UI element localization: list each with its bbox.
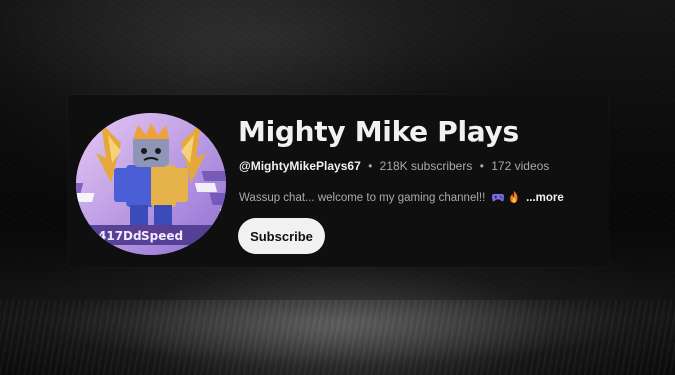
channel-meta: @MightyMikePlays67 • 218K subscribers • … <box>239 159 549 173</box>
meta-separator: • <box>479 159 484 173</box>
channel-header-card: 417Dd Speed Mighty Mike Plays @MightyMik… <box>68 95 608 267</box>
description-text: Wassup chat... welcome to my gaming chan… <box>239 192 486 204</box>
subscriber-count: 218K subscribers <box>379 159 473 173</box>
dark-backdrop: 417Dd Speed Mighty Mike Plays @MightyMik… <box>0 0 675 375</box>
subscribe-button[interactable]: Subscribe <box>238 218 325 254</box>
game-controller-icon <box>491 193 507 204</box>
channel-handle: @MightyMikePlays67 <box>239 159 361 173</box>
channel-name: Mighty Mike Plays <box>238 115 519 148</box>
meta-separator: • <box>368 159 373 173</box>
channel-avatar[interactable]: 417Dd Speed <box>76 113 226 255</box>
avatar-sign-text: Speed <box>141 229 183 243</box>
channel-description[interactable]: Wassup chat... welcome to my gaming chan… <box>239 191 564 204</box>
video-count: 172 videos <box>491 159 550 173</box>
concrete-floor <box>0 300 675 375</box>
fire-icon <box>509 191 522 204</box>
avatar-artwork: 417Dd Speed <box>76 113 226 255</box>
avatar-sign-number: 417Dd <box>98 229 142 243</box>
more-link[interactable]: ...more <box>526 192 564 204</box>
